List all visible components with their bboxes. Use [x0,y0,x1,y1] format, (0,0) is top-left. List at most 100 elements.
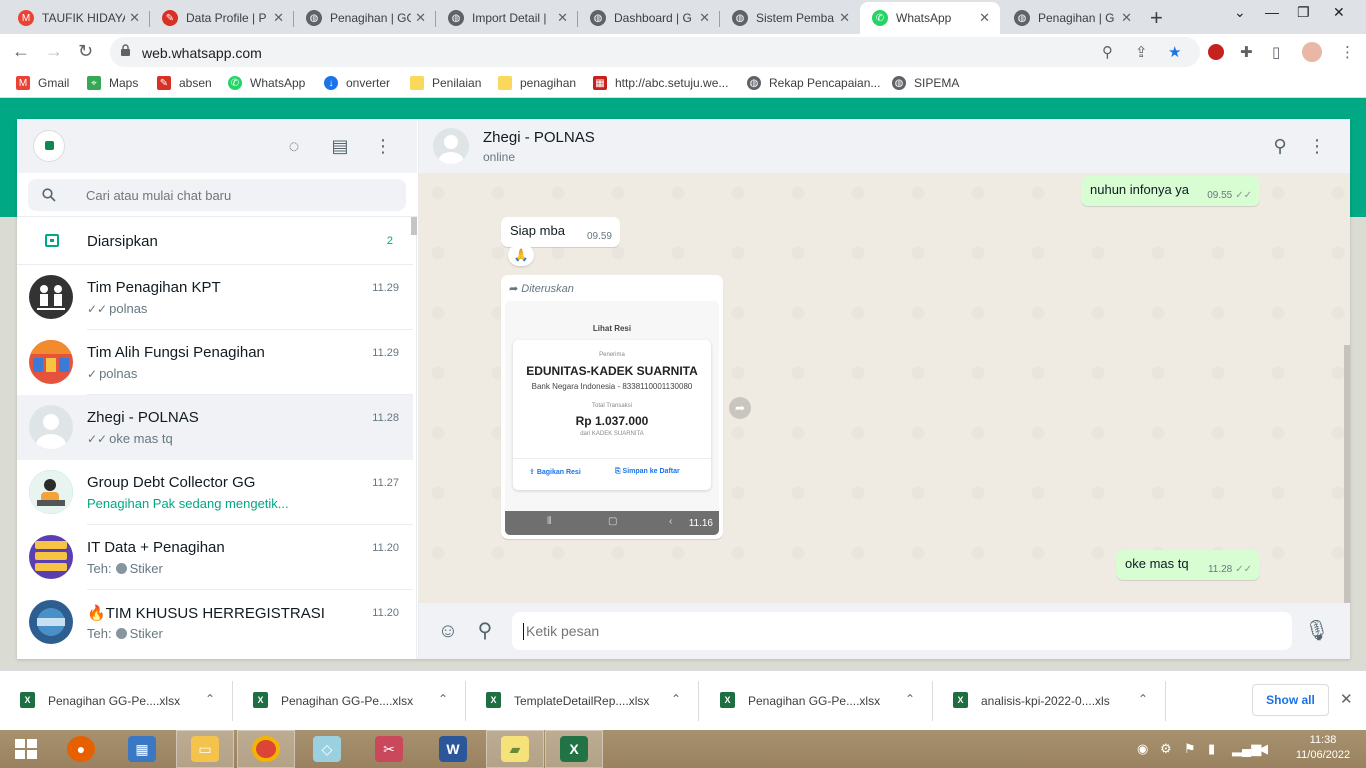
status-icon[interactable]: ◌ [283,135,305,157]
taskbar-app[interactable]: ◇ [298,730,356,768]
chevron-up-icon[interactable]: ⌃ [205,692,215,706]
extension-icon[interactable] [1208,44,1224,60]
close-icon[interactable]: ✕ [979,10,990,26]
browser-tab[interactable]: ◍ Penagihan | G ✕ [1002,2,1142,34]
browser-tab[interactable]: ◍ Import Detail | ✕ [436,2,578,34]
chat-item[interactable]: Tim Alih Fungsi Penagihan 11.29 ✓ polnas [17,330,413,395]
conversation-header[interactable]: Zhegi - POLNAS online ⚲ ⋮ [418,119,1350,173]
flag-tray-icon[interactable]: ⚑ [1184,741,1196,757]
search-icon[interactable]: ⚲ [1269,135,1291,157]
browser-tab-active[interactable]: ✆ WhatsApp ✕ [860,2,1000,34]
close-icon[interactable]: ✕ [1121,10,1132,26]
menu-kebab-icon[interactable]: ⋮ [372,135,394,157]
reaction-badge[interactable]: 🙏 [508,244,534,266]
close-icon[interactable]: ✕ [1340,690,1353,708]
taskbar-word[interactable]: W [424,730,482,768]
bookmark-whatsapp[interactable]: ✆ WhatsApp [228,76,305,90]
forward-icon[interactable]: ➦ [729,397,751,419]
download-item[interactable]: X Penagihan GG-Pe....xlsx ⌃ [700,671,933,731]
share-icon[interactable]: ⇪ [1135,43,1148,61]
close-icon[interactable]: ✕ [699,10,710,26]
search-input[interactable] [86,179,386,211]
close-icon[interactable]: ✕ [273,10,284,26]
back-button[interactable]: ← [12,41,30,62]
browser-tab[interactable]: ◍ Penagihan | GG ✕ [294,2,436,34]
chat-item[interactable]: Tim Penagihan KPT 11.29 ✓✓ polnas [17,265,413,330]
window-close-button[interactable]: ✕ [1333,4,1345,21]
bookmark-star-icon[interactable]: ★ [1168,43,1181,61]
bookmark-rekap[interactable]: ◍ Rekap Pencapaian... [747,76,880,90]
browser-tab[interactable]: ◍ Dashboard | G ✕ [578,2,720,34]
browser-tab[interactable]: M TAUFIK HIDAYA ✕ [6,2,150,34]
taskbar-app[interactable]: ✂ [360,730,418,768]
message-scrollbar[interactable] [1344,345,1350,603]
signal-tray-icon[interactable]: ▂▄▆ [1232,741,1261,757]
forwarded-image-message[interactable]: ➦ Diteruskan Lihat Resi Penerima EDUNITA… [501,275,723,539]
download-item[interactable]: X Penagihan GG-Pe....xlsx ⌃ [233,671,466,731]
download-item[interactable]: X TemplateDetailRep....xlsx ⌃ [466,671,699,731]
bookmark-abc-setuju[interactable]: ▦ http://abc.setuju.we... [593,76,728,90]
restore-button[interactable]: ❐ [1297,4,1310,21]
menu-kebab-icon[interactable]: ⋮ [1306,135,1328,157]
taskbar-explorer[interactable]: ▭ [176,730,234,768]
menu-kebab-icon[interactable]: ⋮ [1340,43,1355,61]
chevron-up-icon[interactable]: ⌃ [438,692,448,706]
taskbar-control-panel[interactable]: ▦ [113,730,171,768]
side-panel-icon[interactable]: ▯ [1272,43,1280,61]
start-button[interactable] [0,730,52,768]
close-icon[interactable]: ✕ [839,10,850,26]
bookmark-absen[interactable]: ✎ absen [157,76,212,90]
emoji-icon[interactable]: ☺ [435,618,461,644]
zoom-icon[interactable]: ⚲ [1102,43,1113,61]
close-icon[interactable]: ✕ [557,10,568,26]
chevron-up-icon[interactable]: ⌃ [905,692,915,706]
message-incoming[interactable]: Siap mba 09.59 [501,217,620,247]
message-outgoing[interactable]: nuhun infonya ya 09.55 ✓✓ [1081,176,1260,206]
browser-tab[interactable]: ◍ Sistem Pemba ✕ [720,2,860,34]
taskbar-excel[interactable]: X [545,730,603,768]
attach-icon[interactable]: ⚲ [472,618,498,644]
message-input[interactable] [512,612,1292,650]
chat-item-selected[interactable]: Zhegi - POLNAS 11.28 ✓✓ oke mas tq [17,395,413,460]
show-all-button[interactable]: Show all [1252,684,1329,716]
reload-button[interactable]: ↻ [78,41,93,62]
chat-item[interactable]: Group Debt Collector GG 11.27 Penagihan … [17,460,413,525]
download-item[interactable]: X Penagihan GG-Pe....xlsx ⌃ [0,671,233,731]
message-outgoing[interactable]: oke mas tq 11.28 ✓✓ [1116,550,1260,580]
new-tab-button[interactable]: + [1150,5,1163,31]
profile-avatar[interactable] [1302,42,1322,62]
chat-item[interactable]: IT Data + Penagihan 11.20 Teh: Stiker [17,525,413,590]
taskbar-firefox[interactable]: ● [52,730,110,768]
search-box[interactable] [28,179,406,211]
tab-search-icon[interactable]: ⌄ [1234,4,1246,21]
close-icon[interactable]: ✕ [415,10,426,26]
bookmark-penilaian[interactable]: Penilaian [410,76,481,90]
bookmark-penagihan[interactable]: penagihan [498,76,576,90]
bookmark-maps[interactable]: ⌖ Maps [87,76,138,90]
taskbar-chrome[interactable] [237,730,295,768]
chevron-up-icon[interactable]: ⌃ [1138,692,1148,706]
browser-tab[interactable]: ✎ Data Profile | P ✕ [150,2,294,34]
address-bar[interactable]: web.whatsapp.com ⚲ ⇪ ★ [110,37,1200,67]
close-icon[interactable]: ✕ [129,10,140,26]
bookmark-converter[interactable]: ↓ onverter [324,76,390,90]
taskbar-clock[interactable]: 11:38 11/06/2022 [1288,733,1358,763]
taskbar-sticky-notes[interactable]: ▰ [486,730,544,768]
download-item[interactable]: X analisis-kpi-2022-0....xls ⌃ [933,671,1166,731]
sidebar-scrollbar[interactable] [411,217,417,235]
bookmark-sipema[interactable]: ◍ SIPEMA [892,76,959,90]
archived-chats[interactable]: Diarsipkan 2 [17,217,413,265]
minimize-button[interactable]: — [1265,4,1279,20]
volume-tray-icon[interactable]: ◀ [1258,741,1268,757]
contact-avatar[interactable] [433,128,469,164]
network-tray-icon[interactable]: ⚙ [1160,741,1172,757]
extensions-puzzle-icon[interactable]: ✚ [1240,43,1253,61]
chrome-tray-icon[interactable]: ◉ [1137,741,1148,757]
chat-item[interactable]: 🔥TIM KHUSUS HERREGISTRASI 11.20 Teh: Stik… [17,590,413,655]
new-chat-icon[interactable]: ▤ [329,135,351,157]
receipt-image[interactable]: Lihat Resi Penerima EDUNITAS-KADEK SUARN… [505,301,719,535]
chevron-up-icon[interactable]: ⌃ [671,692,681,706]
my-avatar[interactable] [33,130,65,162]
microphone-icon[interactable]: 🎙 [1304,618,1330,644]
bookmark-gmail[interactable]: M Gmail [16,76,69,90]
